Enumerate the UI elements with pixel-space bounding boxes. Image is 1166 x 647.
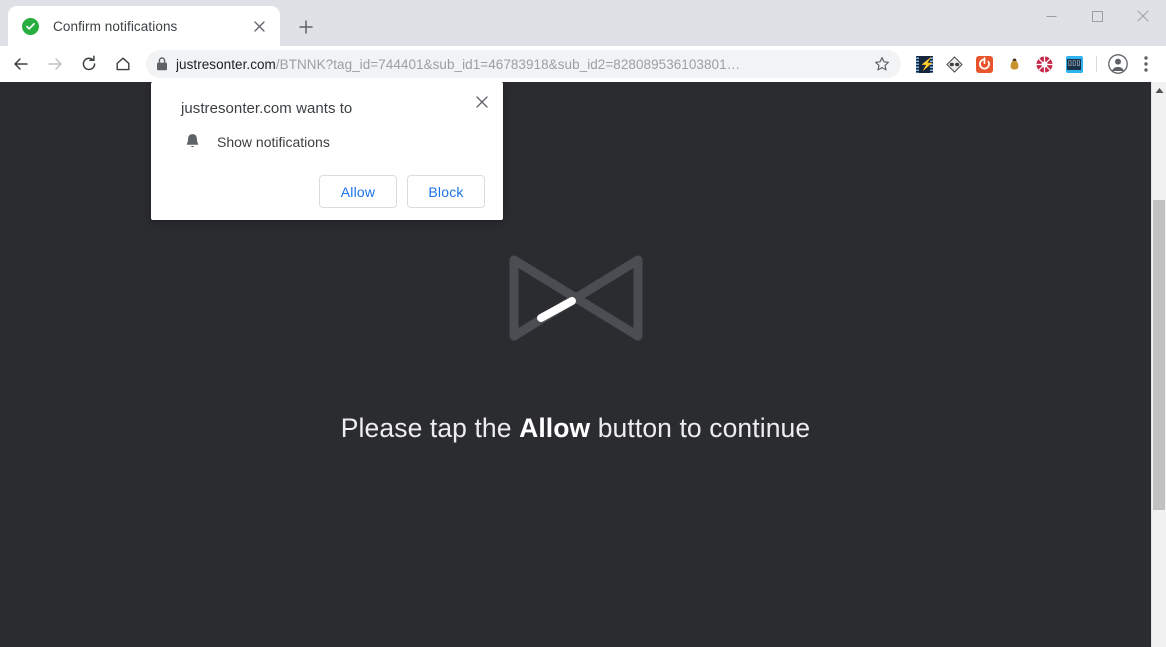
page-headline: Please tap the Allow button to continue [341, 413, 810, 444]
url-host: justresonter.com [176, 56, 276, 72]
close-icon[interactable] [1120, 0, 1166, 32]
reload-icon[interactable] [74, 49, 104, 79]
three-dot-menu-icon[interactable] [1132, 50, 1160, 78]
url-text: justresonter.com/BTNNK?tag_id=744401&sub… [176, 57, 869, 72]
forward-arrow-icon [40, 49, 70, 79]
page-scrollbar[interactable] [1151, 82, 1166, 647]
bowtie-loader-icon [503, 246, 649, 355]
account-avatar-icon[interactable] [1104, 50, 1132, 78]
home-icon[interactable] [108, 49, 138, 79]
browser-window: Confirm notifications justresonter.com/B… [0, 0, 1166, 647]
scroll-up-arrow-icon[interactable] [1152, 82, 1166, 99]
allow-button[interactable]: Allow [319, 175, 397, 208]
headline-prefix: Please tap the [340, 412, 520, 443]
tab-strip: Confirm notifications [0, 0, 1166, 46]
new-tab-button[interactable] [291, 12, 321, 42]
extension-diamond-gray[interactable] [940, 50, 968, 78]
extension-blue-film[interactable]: ▯▯▯ [1060, 50, 1088, 78]
page-viewport: Please tap the Allow button to continue … [0, 82, 1166, 647]
maximize-icon[interactable] [1074, 0, 1120, 32]
green-check-icon [22, 17, 39, 35]
back-arrow-icon[interactable] [6, 49, 36, 79]
dialog-title: justresonter.com wants to [181, 100, 353, 117]
tab-title: Confirm notifications [53, 18, 178, 34]
close-tab-button[interactable] [248, 15, 270, 37]
permission-row: Show notifications [167, 133, 487, 150]
extension-film-strip-blue[interactable]: ⚡ [910, 50, 938, 78]
bell-icon [181, 133, 203, 150]
browser-toolbar: justresonter.com/BTNNK?tag_id=744401&sub… [0, 46, 1166, 82]
browser-tab[interactable]: Confirm notifications [8, 6, 280, 46]
extension-red-circle[interactable] [1030, 50, 1058, 78]
address-bar[interactable]: justresonter.com/BTNNK?tag_id=744401&sub… [146, 50, 901, 78]
headline-suffix: button to continue [590, 412, 811, 443]
star-icon[interactable] [869, 51, 895, 77]
minimize-icon[interactable] [1028, 0, 1074, 32]
dialog-actions: Allow Block [167, 175, 487, 208]
extension-money-bag[interactable] [1000, 50, 1028, 78]
close-dialog-button[interactable] [470, 90, 494, 114]
block-button[interactable]: Block [407, 175, 485, 208]
notification-permission-dialog: justresonter.com wants to Show notificat… [151, 82, 503, 220]
scrollbar-thumb[interactable] [1153, 200, 1165, 510]
headline-emphasis: Allow [519, 412, 591, 443]
lock-icon[interactable] [148, 50, 176, 78]
window-controls [1028, 0, 1166, 32]
permission-label: Show notifications [217, 133, 330, 150]
toolbar-divider [1096, 56, 1097, 72]
extension-orange-square[interactable] [970, 50, 998, 78]
url-path: /BTNNK?tag_id=744401&sub_id1=46783918&su… [275, 56, 741, 72]
